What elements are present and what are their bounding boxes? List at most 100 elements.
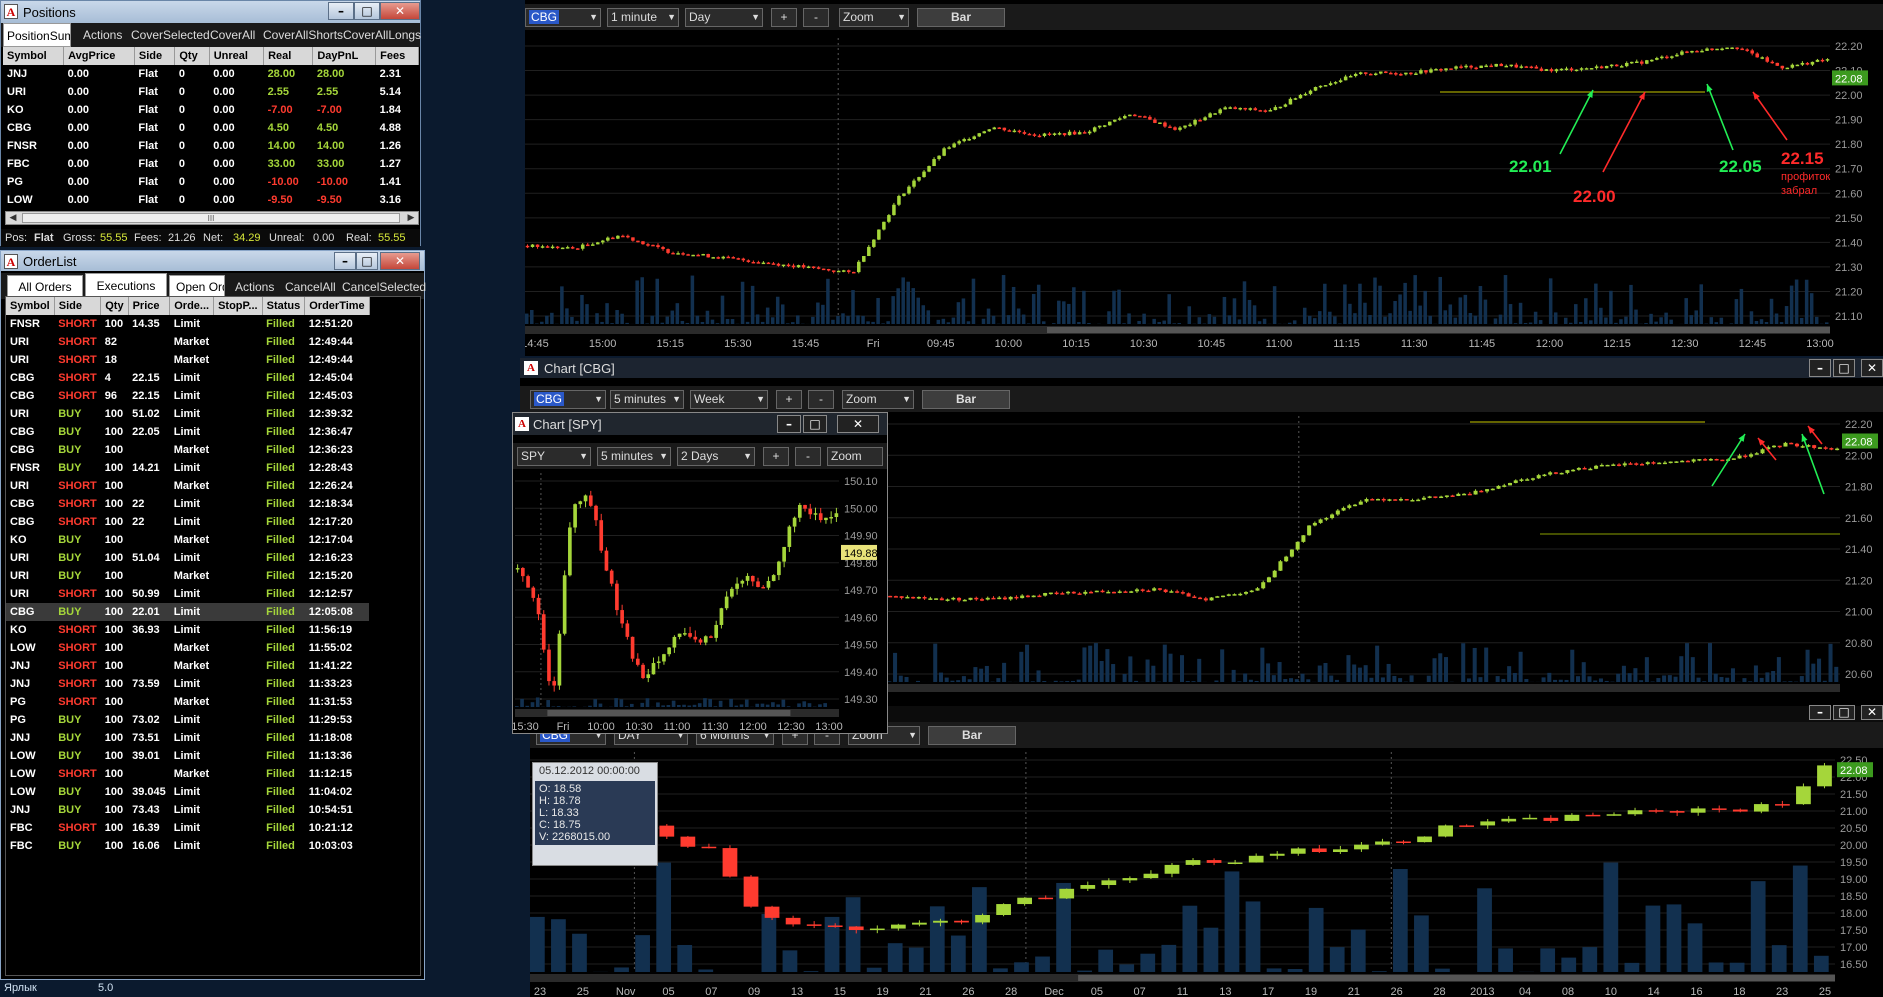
- column-header[interactable]: Symbol: [3, 47, 65, 65]
- maximize-icon[interactable]: □: [356, 252, 378, 270]
- table-row[interactable]: KO 0.00 Flat 0 0.00 -7.00 -7.00 1.84: [3, 101, 419, 119]
- minimize-icon[interactable]: –: [777, 415, 801, 433]
- tab-coveralllongs[interactable]: CoverAllLongs: [337, 23, 427, 47]
- table-row[interactable]: URI SHORT 100 50.99 Limit Filled 12:12:57: [6, 585, 369, 603]
- maximize-icon[interactable]: □: [1833, 705, 1855, 720]
- column-header[interactable]: Price: [128, 297, 171, 315]
- interval-select[interactable]: 5 minutes ▼: [597, 447, 671, 466]
- interval-select[interactable]: 1 minute ▼: [607, 8, 679, 27]
- table-row[interactable]: KO BUY 100 Market Filled 12:17:04: [6, 531, 369, 549]
- period-select[interactable]: 2 Days ▼: [677, 447, 755, 466]
- table-row[interactable]: JNJ BUY 100 73.51 Limit Filled 11:18:08: [6, 729, 369, 747]
- column-header[interactable]: Fees: [375, 47, 419, 65]
- table-row[interactable]: CBG SHORT 96 22.15 Limit Filled 12:45:03: [6, 387, 369, 405]
- tab-positionsummary[interactable]: PositionSummary: [3, 23, 71, 47]
- table-row[interactable]: JNJ 0.00 Flat 0 0.00 28.00 28.00 2.31: [3, 65, 419, 83]
- chart3-plot[interactable]: 22.5022.0021.5021.0020.5020.0019.5019.00…: [530, 750, 1883, 997]
- minimize-icon[interactable]: –: [1809, 359, 1831, 377]
- orderlist-titlebar[interactable]: A OrderList – □ ✕: [1, 251, 424, 271]
- table-row[interactable]: CBG SHORT 100 22 Limit Filled 12:17:20: [6, 513, 369, 531]
- chart-spy-titlebar[interactable]: A Chart [SPY] – □ ✕: [513, 413, 887, 435]
- close-icon[interactable]: ✕: [380, 2, 420, 20]
- zoom-select[interactable]: Zoom ▼: [839, 8, 909, 27]
- tab-actions[interactable]: Actions: [77, 23, 128, 47]
- scroll-right-icon[interactable]: ▶: [404, 212, 418, 224]
- table-row[interactable]: URI BUY 100 51.04 Limit Filled 12:16:23: [6, 549, 369, 567]
- table-row[interactable]: URI SHORT 100 Market Filled 12:26:24: [6, 477, 369, 495]
- tab-all-orders[interactable]: All Orders: [7, 275, 83, 297]
- table-row[interactable]: LOW SHORT 100 Market Filled 11:12:15: [6, 765, 369, 783]
- tab-coverselected[interactable]: CoverSelected: [125, 23, 216, 47]
- table-row[interactable]: URI SHORT 18 Market Filled 12:49:44: [6, 351, 369, 369]
- column-header[interactable]: Qty: [100, 297, 129, 315]
- maximize-icon[interactable]: □: [1833, 359, 1855, 377]
- table-row[interactable]: LOW BUY 100 39.01 Limit Filled 11:13:36: [6, 747, 369, 765]
- table-row[interactable]: JNJ SHORT 100 Market Filled 11:41:22: [6, 657, 369, 675]
- table-row[interactable]: URI 0.00 Flat 0 0.00 2.55 2.55 5.14: [3, 83, 419, 101]
- column-header[interactable]: StopP...: [213, 297, 263, 315]
- table-row[interactable]: FNSR SHORT 100 14.35 Limit Filled 12:51:20: [6, 315, 369, 333]
- table-row[interactable]: CBG 0.00 Flat 0 0.00 4.50 4.50 4.88: [3, 119, 419, 137]
- column-header[interactable]: Orde...: [169, 297, 215, 315]
- column-header[interactable]: Symbol: [6, 297, 55, 315]
- column-header[interactable]: Side: [54, 297, 102, 315]
- horizontal-scrollbar[interactable]: ◀ III ▶: [5, 211, 419, 225]
- zoom-select[interactable]: Zoom: [827, 447, 883, 466]
- chart2-titlebar[interactable]: A Chart [CBG] – □ ✕: [520, 358, 1883, 378]
- table-row[interactable]: LOW 0.00 Flat 0 0.00 -9.50 -9.50 3.16: [3, 191, 419, 209]
- table-row[interactable]: JNJ BUY 100 73.43 Limit Filled 10:54:51: [6, 801, 369, 819]
- column-header[interactable]: OrderTime: [304, 297, 370, 315]
- table-row[interactable]: URI BUY 100 51.02 Limit Filled 12:39:32: [6, 405, 369, 423]
- maximize-icon[interactable]: □: [803, 415, 827, 433]
- table-row[interactable]: CBG BUY 100 22.01 Limit Filled 12:05:08: [6, 603, 370, 621]
- chart-type-button[interactable]: Bar: [917, 8, 1005, 27]
- column-header[interactable]: DayPnL: [312, 47, 377, 65]
- column-header[interactable]: AvgPrice: [63, 47, 135, 65]
- table-row[interactable]: PG 0.00 Flat 0 0.00 -10.00 -10.00 1.41: [3, 173, 419, 191]
- close-icon[interactable]: ✕: [1861, 359, 1883, 377]
- chart-type-button[interactable]: Bar: [922, 390, 1010, 409]
- zoom-in-button[interactable]: +: [763, 447, 789, 466]
- table-row[interactable]: FNSR BUY 100 14.21 Limit Filled 12:28:43: [6, 459, 369, 477]
- column-header[interactable]: Status: [262, 297, 306, 315]
- positions-titlebar[interactable]: A Positions – □ ✕: [1, 1, 420, 23]
- minimize-icon[interactable]: –: [328, 2, 354, 20]
- zoom-out-button[interactable]: -: [795, 447, 821, 466]
- table-row[interactable]: FBC BUY 100 16.06 Limit Filled 10:03:03: [6, 837, 369, 855]
- close-icon[interactable]: ✕: [837, 415, 879, 433]
- desktop-shortcut-label[interactable]: Ярлык: [4, 982, 37, 994]
- scroll-thumb[interactable]: III: [22, 213, 400, 223]
- period-select[interactable]: Week ▼: [690, 390, 768, 409]
- table-row[interactable]: URI BUY 100 Market Filled 12:15:20: [6, 567, 369, 585]
- column-header[interactable]: Real: [263, 47, 314, 65]
- zoom-out-button[interactable]: -: [803, 8, 829, 27]
- column-header[interactable]: Qty: [174, 47, 210, 65]
- table-row[interactable]: JNJ SHORT 100 73.59 Limit Filled 11:33:23: [6, 675, 369, 693]
- table-row[interactable]: LOW SHORT 100 Market Filled 11:55:02: [6, 639, 369, 657]
- table-row[interactable]: URI SHORT 82 Market Filled 12:49:44: [6, 333, 369, 351]
- symbol-select[interactable]: CBG ▼: [525, 8, 601, 27]
- tab-open-orders[interactable]: Open Orders: [169, 275, 225, 297]
- chart1-plot[interactable]: 22.2022.1022.0021.9021.8021.7021.6021.50…: [525, 32, 1883, 356]
- chart-spy-plot[interactable]: 150.10150.00149.90149.80149.70149.60149.…: [513, 471, 887, 733]
- minimize-icon[interactable]: –: [334, 252, 356, 270]
- table-row[interactable]: CBG SHORT 4 22.15 Limit Filled 12:45:04: [6, 369, 369, 387]
- chart-type-button[interactable]: Bar: [928, 726, 1016, 745]
- table-row[interactable]: LOW BUY 100 39.045 Limit Filled 11:04:02: [6, 783, 369, 801]
- zoom-in-button[interactable]: +: [776, 390, 802, 409]
- table-row[interactable]: FBC 0.00 Flat 0 0.00 33.00 33.00 1.27: [3, 155, 419, 173]
- column-header[interactable]: Unreal: [209, 47, 265, 65]
- table-row[interactable]: PG SHORT 100 Market Filled 11:31:53: [6, 693, 369, 711]
- table-row[interactable]: CBG SHORT 100 22 Limit Filled 12:18:34: [6, 495, 369, 513]
- zoom-in-button[interactable]: +: [771, 8, 797, 27]
- close-icon[interactable]: ✕: [380, 252, 420, 270]
- tab-executions[interactable]: Executions: [85, 273, 167, 297]
- table-row[interactable]: CBG BUY 100 22.05 Limit Filled 12:36:47: [6, 423, 369, 441]
- scroll-left-icon[interactable]: ◀: [6, 212, 20, 224]
- close-icon[interactable]: ✕: [1861, 705, 1883, 720]
- table-row[interactable]: CBG BUY 100 Market Filled 12:36:23: [6, 441, 369, 459]
- tab-coverallshorts[interactable]: CoverAllShorts: [257, 23, 349, 47]
- table-row[interactable]: FNSR 0.00 Flat 0 0.00 14.00 14.00 1.26: [3, 137, 419, 155]
- table-row[interactable]: PG BUY 100 73.02 Limit Filled 11:29:53: [6, 711, 369, 729]
- symbol-select[interactable]: CBG ▼: [530, 390, 606, 409]
